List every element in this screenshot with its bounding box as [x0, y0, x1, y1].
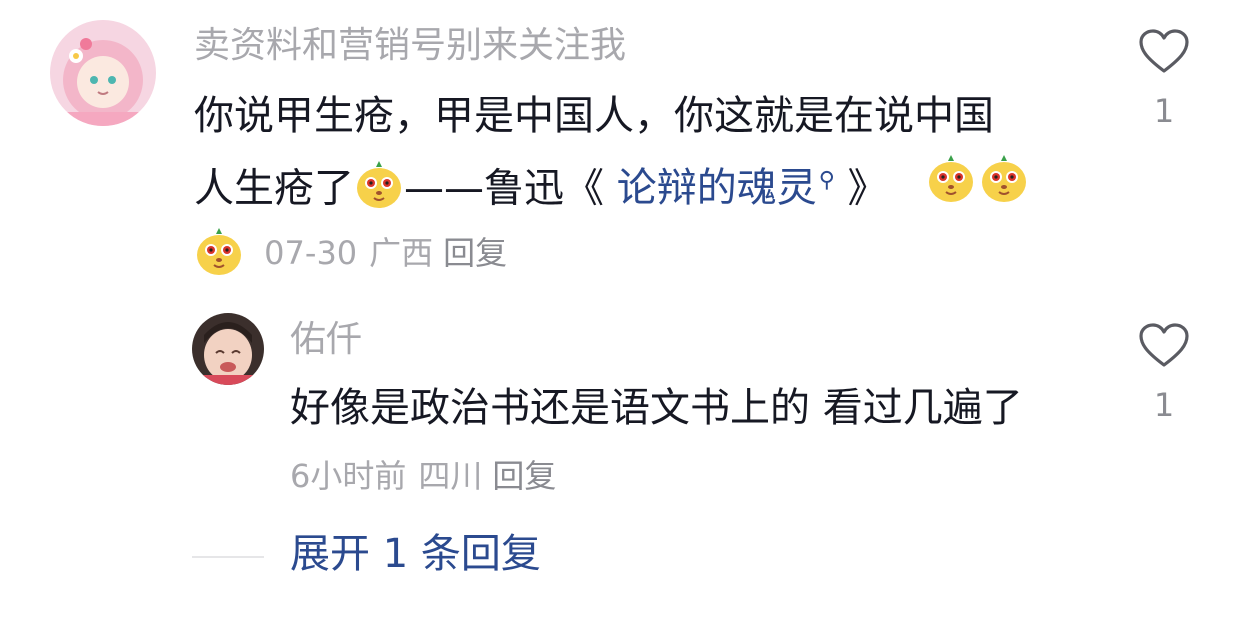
expand-replies-button[interactable]: 展开 1 条回复 [290, 530, 541, 578]
avatar-commenter-1[interactable] [50, 20, 156, 126]
heart-icon[interactable] [1138, 322, 1190, 368]
comment-1-reply-button[interactable]: 回复 [443, 234, 507, 272]
doge-emoji-icon [926, 153, 976, 203]
search-link-text[interactable]: 论辩的魂灵 [617, 165, 817, 211]
comment-2-reply-button[interactable]: 回复 [492, 457, 556, 495]
comment-1-quote-close: 》 [834, 165, 888, 212]
comment-2-text: 好像是政治书还是语文书上的 看过几遍了 [290, 385, 1023, 431]
doge-emoji-icon [354, 159, 404, 209]
comment-2-time: 6小时前 [290, 457, 407, 495]
comment-2-location: 四川 [418, 457, 483, 495]
doge-emoji-icon [979, 153, 1029, 203]
comment-1-like-count: 1 [1153, 92, 1175, 130]
comment-2-like-count: 1 [1153, 386, 1175, 424]
comment-1-location: 广西 [369, 234, 434, 272]
comment-2-meta: 6小时前 四川 回复 [290, 456, 556, 496]
avatar-commenter-2[interactable] [192, 313, 264, 385]
expand-divider [192, 556, 264, 558]
doge-emoji-icon [194, 226, 244, 276]
comment-1-text-line-2: 人生疮了 ——鲁迅《 论辩的魂灵⚲ 》 [194, 157, 888, 212]
search-icon[interactable]: ⚲ [819, 168, 835, 193]
commenter-2-username[interactable]: 佑仟 [290, 318, 362, 362]
commenter-1-username[interactable]: 卖资料和营销号别来关注我 [194, 24, 626, 68]
search-link-lunbian[interactable]: 论辩的魂灵⚲ [617, 165, 835, 211]
heart-icon[interactable] [1138, 28, 1190, 74]
comment-1-date: 07-30 [264, 234, 358, 272]
comment-1-quote-attribution: ——鲁迅《 [404, 165, 617, 212]
comment-1-emoji-group [926, 153, 1029, 203]
comment-1-text-prefix: 人生疮了 [194, 165, 354, 212]
comment-1-text-line-1: 你说甲生疮，甲是中国人，你这就是在说中国 [194, 93, 994, 139]
comment-1-meta: 07-30 广西 回复 [194, 226, 507, 276]
